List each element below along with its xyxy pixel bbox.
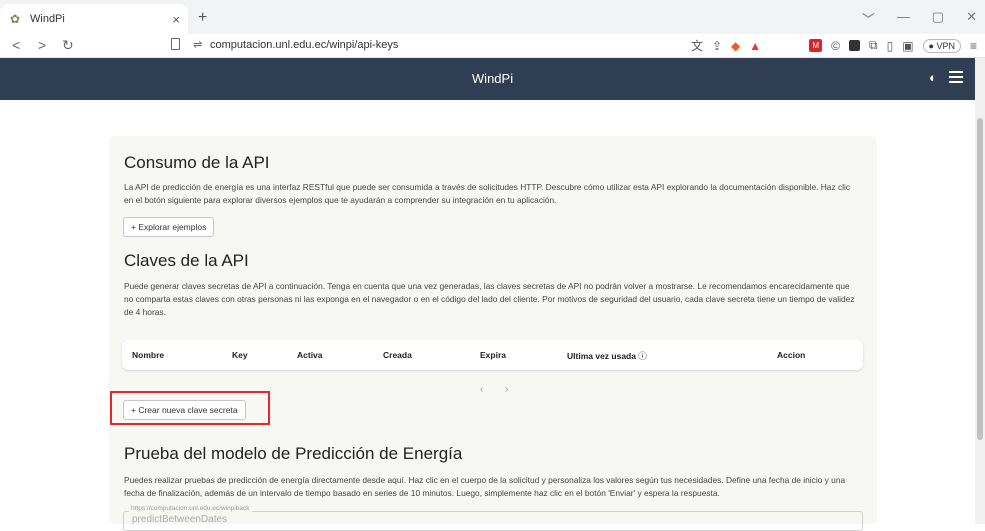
pager-prev-icon[interactable]: ‹ [480, 384, 483, 395]
tab-search-icon[interactable]: ﹀ [862, 9, 875, 28]
explore-examples-button[interactable]: + Explorar ejemplos [123, 217, 215, 237]
hamburger-menu-icon[interactable] [949, 71, 963, 86]
new-tab-button[interactable]: + [198, 9, 207, 27]
prueba-description: Puedes realizar pruebas de predicción de… [124, 475, 846, 498]
maximize-icon[interactable]: ▢ [932, 9, 944, 28]
scrollbar-thumb[interactable] [977, 118, 983, 440]
col-accion: Accion [777, 350, 806, 360]
theme-toggle-icon[interactable]: ◐ [929, 70, 937, 85]
col-key: Key [232, 350, 248, 360]
browser-tab[interactable]: ✿ WindPi × [0, 4, 188, 34]
extensions-puzzle-icon[interactable]: ⧉ [869, 38, 878, 53]
claves-heading: Claves de la API [124, 251, 249, 270]
col-creada: Creada [383, 350, 412, 360]
reload-icon[interactable]: ↻ [62, 37, 74, 54]
window-controls: ﹀ — ▢ ✕ [862, 9, 977, 28]
extension-dark-icon[interactable] [849, 40, 860, 51]
browser-menu-icon[interactable]: ≡ [970, 39, 977, 53]
col-expira: Expira [480, 350, 506, 360]
minimize-icon[interactable]: — [897, 9, 910, 28]
api-keys-table-header: Nombre Key Activa Creada Expira Ultima v… [122, 340, 863, 370]
col-ultima-vez-usada-label: Ultima vez usada [567, 351, 636, 361]
tab-title: WindPi [30, 13, 65, 25]
prueba-heading: Prueba del modelo de Predicción de Energ… [124, 444, 463, 463]
bookmark-icon[interactable] [171, 38, 180, 50]
info-icon[interactable]: ⓘ [638, 351, 647, 361]
tab-close-icon[interactable]: × [172, 12, 180, 27]
forward-icon[interactable]: > [38, 37, 46, 53]
page-scrollbar[interactable] [975, 58, 985, 524]
share-icon[interactable]: ⇪ [712, 39, 722, 53]
translate-icon[interactable]: 文 [691, 37, 703, 54]
endpoint-field-value[interactable]: predictBetweenDates [132, 514, 227, 525]
windpi-favicon-icon: ✿ [9, 12, 21, 26]
back-icon[interactable]: < [12, 37, 20, 53]
url-input[interactable]: computacion.unl.edu.ec/winpi/api-keys [210, 39, 398, 51]
brave-shield-icon[interactable]: ◆ [731, 39, 740, 53]
address-bar: < > ↻ ⇌ computacion.unl.edu.ec/winpi/api… [0, 34, 985, 58]
endpoint-field-label: https://computacion.unl.edu.ec/winpiback [129, 505, 252, 512]
endpoint-field[interactable] [123, 511, 863, 531]
col-ultima-vez-usada: Ultima vez usada ⓘ [567, 350, 647, 362]
consumo-heading: Consumo de la API [124, 153, 270, 172]
app-header: WindPi ◐ [0, 58, 985, 100]
close-window-icon[interactable]: ✕ [966, 9, 977, 28]
brave-rewards-icon[interactable]: ▲ [749, 39, 761, 53]
col-activa: Activa [297, 350, 323, 360]
extension-red-icon[interactable]: M [809, 39, 823, 52]
vpn-button[interactable]: ● VPN [922, 38, 961, 53]
wallet-icon[interactable]: ▣ [902, 39, 913, 53]
extension-copyright-icon[interactable]: © [831, 39, 840, 53]
col-nombre: Nombre [132, 350, 165, 360]
vpn-label: VPN [936, 40, 955, 51]
browser-tabbar: ✿ WindPi × + ﹀ — ▢ ✕ [0, 0, 985, 34]
site-info-icon[interactable]: ⇌ [193, 38, 202, 51]
pager-next-icon[interactable]: › [505, 384, 508, 395]
sidebar-icon[interactable]: ▯ [887, 39, 894, 53]
extensions-area: 文 ⇪ ◆ ▲ M © ⧉ ▯ ▣ ● VPN ≡ [691, 37, 977, 54]
claves-description: Puede generar claves secretas de API a c… [124, 281, 855, 317]
consumo-description: La API de predicción de energía es una i… [124, 182, 851, 205]
highlight-annotation [110, 391, 270, 425]
app-title: WindPi [471, 71, 514, 86]
